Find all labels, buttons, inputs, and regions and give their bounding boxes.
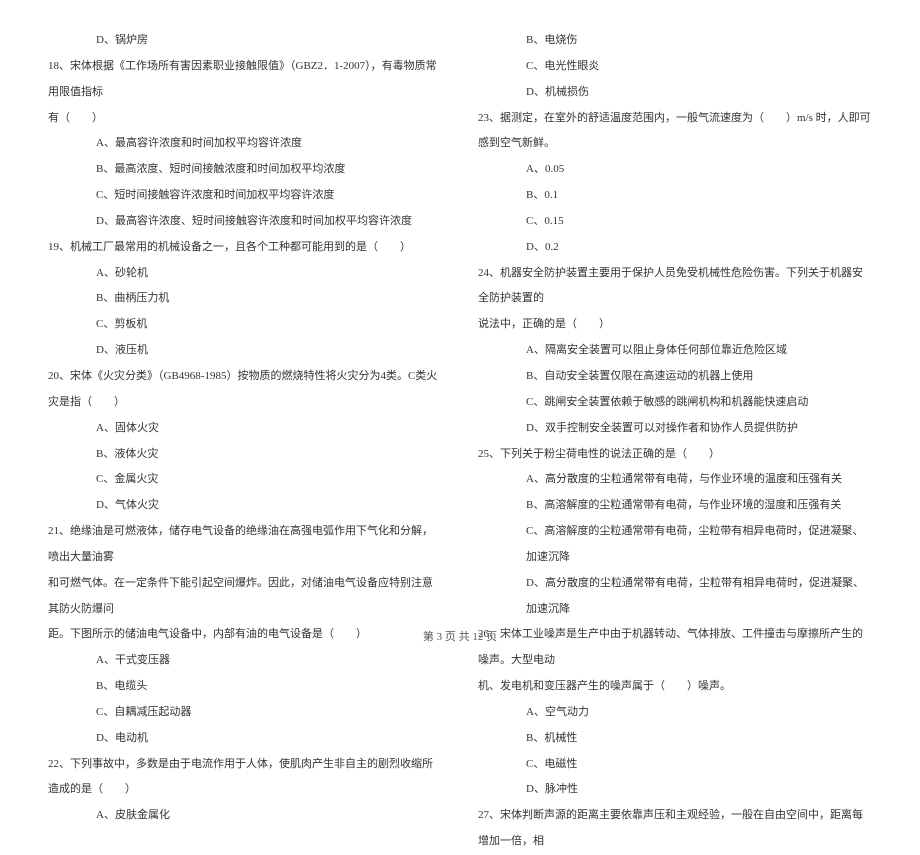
option: C、电磁性 — [478, 752, 872, 778]
question-text: 有（ ） — [48, 106, 442, 132]
question-text: 24、机器安全防护装置主要用于保护人员免受机械性危险伤害。下列关于机器安全防护装… — [478, 261, 872, 313]
option: A、隔离安全装置可以阻止身体任何部位靠近危险区域 — [478, 338, 872, 364]
option: B、高溶解度的尘粒通常带有电荷，与作业环境的湿度和压强有关 — [478, 493, 872, 519]
option: B、机械性 — [478, 726, 872, 752]
question-text: 机、发电机和变压器产生的噪声属于（ ）噪声。 — [478, 674, 872, 700]
option: D、机械损伤 — [478, 80, 872, 106]
option: C、跳闸安全装置依赖于敏感的跳闸机构和机器能快速启动 — [478, 390, 872, 416]
option: C、0.15 — [478, 209, 872, 235]
question-text: 22、下列事故中，多数是由于电流作用于人体，使肌肉产生非自主的剧烈收缩所造成的是… — [48, 752, 442, 804]
left-column: D、锅炉房 18、宋体根据《工作场所有害因素职业接触限值》（GBZ2．1-200… — [48, 28, 442, 600]
option: D、最高容许浓度、短时间接触容许浓度和时间加权平均容许浓度 — [48, 209, 442, 235]
option: A、砂轮机 — [48, 261, 442, 287]
right-column: B、电烧伤 C、电光性眼炎 D、机械损伤 23、据测定，在室外的舒适温度范围内，… — [478, 28, 872, 600]
question-text: 27、宋体判断声源的距离主要依靠声压和主观经验，一般在自由空间中，距离每增加一倍… — [478, 803, 872, 855]
option: C、电光性眼炎 — [478, 54, 872, 80]
option: C、剪板机 — [48, 312, 442, 338]
option: A、皮肤金属化 — [48, 803, 442, 829]
option: D、高分散度的尘粒通常带有电荷，尘粒带有相异电荷时，促进凝聚、加速沉降 — [478, 571, 872, 623]
option: A、固体火灾 — [48, 416, 442, 442]
question-text: 说法中，正确的是（ ） — [478, 312, 872, 338]
option: D、双手控制安全装置可以对操作者和协作人员提供防护 — [478, 416, 872, 442]
question-text: 20、宋体《火灾分类》（GB4968-1985）按物质的燃烧特性将火灾分为4类。… — [48, 364, 442, 416]
option: C、短时间接触容许浓度和时间加权平均容许浓度 — [48, 183, 442, 209]
option: B、0.1 — [478, 183, 872, 209]
option: B、电缆头 — [48, 674, 442, 700]
option: D、0.2 — [478, 235, 872, 261]
option: C、金属火灾 — [48, 467, 442, 493]
option: D、液压机 — [48, 338, 442, 364]
option: C、自耦减压起动器 — [48, 700, 442, 726]
question-text: 和可燃气体。在一定条件下能引起空间爆炸。因此，对储油电气设备应特别注意其防火防爆… — [48, 571, 442, 623]
option: B、液体火灾 — [48, 442, 442, 468]
option: A、空气动力 — [478, 700, 872, 726]
option: B、最高浓度、短时间接触浓度和时间加权平均浓度 — [48, 157, 442, 183]
option: A、干式变压器 — [48, 648, 442, 674]
option: D、脉冲性 — [478, 777, 872, 803]
option: B、曲柄压力机 — [48, 286, 442, 312]
question-text: 25、下列关于粉尘荷电性的说法正确的是（ ） — [478, 442, 872, 468]
question-text: 21、绝缘油是可燃液体，储存电气设备的绝缘油在高强电弧作用下气化和分解，喷出大量… — [48, 519, 442, 571]
question-text: 19、机械工厂最常用的机械设备之一，且各个工种都可能用到的是（ ） — [48, 235, 442, 261]
question-text: 23、据测定，在室外的舒适温度范围内，一般气流速度为（ ）m/s 时，人即可感到… — [478, 106, 872, 158]
option: C、高溶解度的尘粒通常带有电荷，尘粒带有相异电荷时，促进凝聚、加速沉降 — [478, 519, 872, 571]
option: D、气体火灾 — [48, 493, 442, 519]
option: A、0.05 — [478, 157, 872, 183]
option: B、自动安全装置仅限在高速运动的机器上使用 — [478, 364, 872, 390]
option: A、高分散度的尘粒通常带有电荷，与作业环境的温度和压强有关 — [478, 467, 872, 493]
option: A、最高容许浓度和时间加权平均容许浓度 — [48, 131, 442, 157]
option: B、电烧伤 — [478, 28, 872, 54]
option: D、电动机 — [48, 726, 442, 752]
page-content: D、锅炉房 18、宋体根据《工作场所有害因素职业接触限值》（GBZ2．1-200… — [0, 0, 920, 620]
question-text: 18、宋体根据《工作场所有害因素职业接触限值》（GBZ2．1-2007），有毒物… — [48, 54, 442, 106]
option: D、锅炉房 — [48, 28, 442, 54]
page-footer: 第 3 页 共 12 页 — [0, 628, 920, 644]
